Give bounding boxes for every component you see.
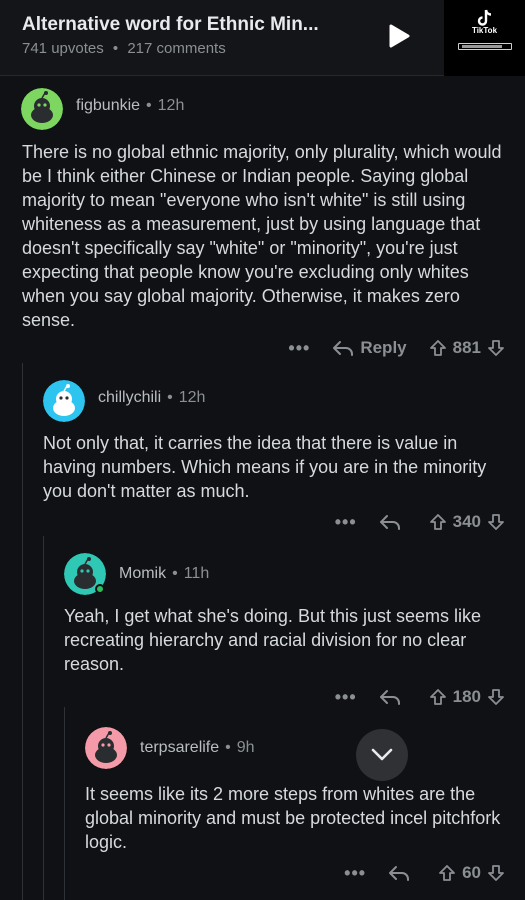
thread-line-3	[64, 707, 65, 900]
avatar[interactable]	[43, 380, 85, 422]
upvote-icon[interactable]	[438, 864, 456, 882]
timestamp: 12h	[178, 389, 206, 406]
more-options-icon[interactable]: •••	[335, 687, 357, 708]
post-title[interactable]: Alternative word for Ethnic Min...	[22, 14, 319, 36]
comment-actions: ••• 180	[335, 685, 505, 709]
timestamp: 12h	[157, 97, 185, 114]
reply-icon	[379, 515, 400, 530]
comment-author[interactable]: terpsarelife • 9h	[140, 739, 255, 757]
post-meta: 741 upvotes • 217 comments	[22, 40, 226, 57]
reply-button[interactable]	[379, 513, 407, 531]
comment-author[interactable]: Momik • 11h	[119, 565, 209, 583]
downvote-icon[interactable]	[487, 513, 505, 531]
comment-actions: ••• Reply 881	[288, 336, 505, 360]
tiktok-logo-icon	[477, 9, 492, 26]
comment-count: 217 comments	[127, 40, 226, 57]
score: 180	[452, 687, 481, 706]
thread-line-1	[22, 363, 23, 900]
comment-body: Yeah, I get what she's doing. But this j…	[64, 606, 482, 674]
username[interactable]: chillychili	[98, 389, 161, 406]
comment-actions: ••• 340	[335, 510, 505, 534]
tiktok-watermark: TikTok	[444, 0, 525, 76]
comment-author[interactable]: figbunkie • 12h	[76, 97, 184, 115]
thread-line-2	[43, 536, 44, 900]
username[interactable]: Momik	[119, 565, 166, 582]
comment-body: There is no global ethnic majority, only…	[22, 142, 502, 330]
post-header: Alternative word for Ethnic Min... 741 u…	[0, 0, 525, 76]
username[interactable]: figbunkie	[76, 97, 140, 114]
comment-body: It seems like its 2 more steps from whit…	[85, 784, 501, 852]
tiktok-handle-bar	[458, 43, 512, 50]
reply-button[interactable]	[388, 864, 416, 882]
comment-actions: ••• 60	[344, 861, 505, 885]
downvote-icon[interactable]	[487, 688, 505, 706]
reply-button[interactable]	[379, 688, 407, 706]
downvote-icon[interactable]	[487, 339, 505, 357]
reply-button[interactable]: Reply	[332, 338, 407, 358]
tiktok-label: TikTok	[471, 26, 498, 35]
upvote-count: 741 upvotes	[22, 40, 104, 57]
upvote-icon[interactable]	[429, 339, 447, 357]
timestamp: 9h	[236, 739, 255, 756]
score: 60	[462, 863, 481, 882]
play-icon[interactable]	[386, 23, 412, 49]
scroll-down-button[interactable]	[356, 729, 408, 781]
more-options-icon[interactable]: •••	[344, 863, 366, 884]
username[interactable]: terpsarelife	[140, 739, 219, 756]
chevron-down-icon	[371, 748, 393, 761]
reply-icon	[389, 866, 410, 881]
avatar[interactable]	[85, 727, 127, 769]
avatar[interactable]	[21, 88, 63, 130]
upvote-icon[interactable]	[429, 688, 447, 706]
meta-separator: •	[112, 40, 119, 57]
score: 340	[452, 512, 481, 531]
more-options-icon[interactable]: •••	[335, 512, 357, 533]
score: 881	[452, 338, 481, 357]
upvote-icon[interactable]	[429, 513, 447, 531]
timestamp: 11h	[183, 565, 210, 582]
downvote-icon[interactable]	[487, 864, 505, 882]
reply-icon	[379, 690, 400, 705]
comment-author[interactable]: chillychili • 12h	[98, 389, 205, 407]
comment-body: Not only that, it carries the idea that …	[43, 433, 487, 501]
more-options-icon[interactable]: •••	[288, 338, 310, 359]
reply-label[interactable]: Reply	[360, 338, 406, 358]
online-status-icon	[95, 584, 105, 594]
reply-icon	[333, 341, 354, 356]
